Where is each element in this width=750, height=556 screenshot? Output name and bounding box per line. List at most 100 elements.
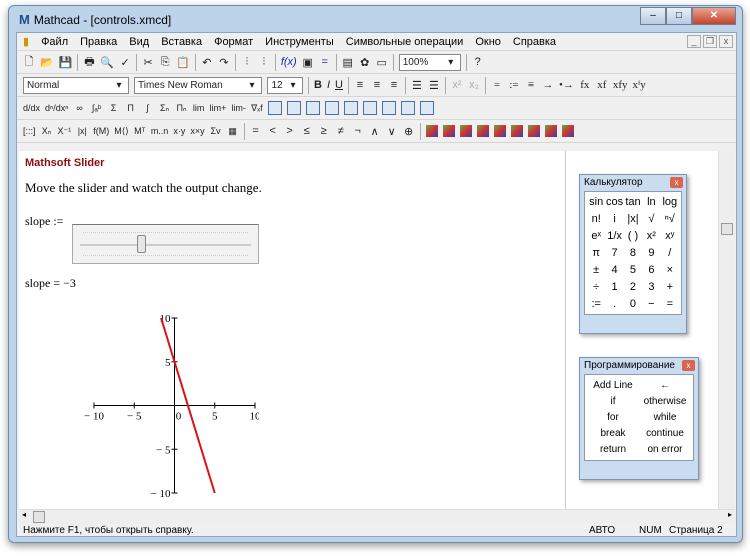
- calculus-button[interactable]: ∞: [74, 103, 86, 113]
- boolean-button[interactable]: =: [250, 125, 262, 137]
- calc-key[interactable]: tan: [624, 196, 642, 208]
- programming-close-button[interactable]: x: [682, 360, 695, 371]
- calculus-button[interactable]: dⁿ/dxⁿ: [45, 103, 69, 113]
- calc-key[interactable]: π: [587, 247, 605, 259]
- align-center-icon[interactable]: ≡: [371, 79, 383, 91]
- evaluation-toolbar-icon[interactable]: [324, 101, 339, 115]
- calculator-close-button[interactable]: x: [670, 177, 683, 188]
- calc-key[interactable]: sin: [587, 196, 605, 208]
- calc-key[interactable]: 9: [642, 247, 660, 259]
- print-icon[interactable]: 🖶: [83, 53, 95, 72]
- size-select[interactable]: 12 ▾: [267, 76, 303, 94]
- calculus-button[interactable]: lim+: [210, 103, 227, 113]
- menu-item[interactable]: Формат: [214, 36, 253, 48]
- matrix-button[interactable]: X⁻¹: [58, 126, 72, 137]
- mdi-minimize-button[interactable]: _: [687, 35, 701, 48]
- calc-key[interactable]: 3: [642, 281, 660, 293]
- calc-key[interactable]: −: [642, 298, 660, 310]
- prog-key[interactable]: if: [587, 396, 639, 407]
- boolean-button[interactable]: ¬: [352, 125, 364, 137]
- calculus-button[interactable]: lim-: [231, 103, 246, 113]
- redo-icon[interactable]: ↷: [218, 56, 230, 69]
- contour-plot-icon[interactable]: [476, 125, 489, 137]
- boolean-toolbar-icon[interactable]: [362, 101, 377, 115]
- calculus-button[interactable]: Πₙ: [176, 103, 188, 114]
- menu-item[interactable]: Инструменты: [265, 36, 334, 48]
- polar-plot-icon[interactable]: [442, 125, 455, 137]
- bullets-icon[interactable]: ☰: [411, 79, 423, 92]
- prog-key[interactable]: ←: [639, 380, 691, 391]
- calc-key[interactable]: 1: [605, 281, 623, 293]
- calculus-button[interactable]: Σ: [108, 103, 120, 113]
- calc-key[interactable]: 1/x: [605, 230, 623, 242]
- 3d-bar-icon[interactable]: [493, 125, 506, 137]
- calc-key[interactable]: x²: [642, 230, 660, 242]
- prog-key[interactable]: while: [639, 412, 691, 423]
- horizontal-scroll-thumb[interactable]: [33, 511, 45, 523]
- menu-item[interactable]: Символьные операции: [346, 36, 464, 48]
- worksheet[interactable]: Mathsoft Slider Move the slider and watc…: [19, 151, 565, 509]
- calc-key[interactable]: =: [661, 298, 679, 310]
- quickplot-icon[interactable]: [561, 125, 574, 137]
- prog-key[interactable]: for: [587, 412, 639, 423]
- calc-key[interactable]: cos: [605, 196, 623, 208]
- menu-item[interactable]: Окно: [475, 36, 501, 48]
- print-preview-icon[interactable]: 🔍: [100, 56, 114, 69]
- xy-plot-icon[interactable]: [425, 125, 438, 137]
- eval-button[interactable]: ≡: [525, 79, 537, 91]
- calculus-button[interactable]: ∇ₓf: [251, 103, 263, 114]
- eval-button[interactable]: fx: [579, 79, 591, 91]
- align-right-icon[interactable]: ≡: [388, 79, 400, 91]
- eval-button[interactable]: •→: [559, 79, 574, 91]
- symbolic-toolbar-icon[interactable]: [419, 101, 434, 115]
- calc-key[interactable]: ×: [661, 264, 679, 276]
- calc-key[interactable]: ±: [587, 264, 605, 276]
- matrix-button[interactable]: Σv: [210, 126, 222, 136]
- align-left-icon[interactable]: ≡: [354, 79, 366, 91]
- italic-button[interactable]: I: [327, 79, 330, 91]
- eval-button[interactable]: =: [491, 79, 503, 91]
- copy-icon[interactable]: ⎘: [159, 56, 171, 69]
- maximize-button[interactable]: □: [666, 7, 692, 25]
- xy-plot[interactable]: − 10− 5 0 5 10105− 5− 10: [59, 311, 259, 501]
- calculus-button[interactable]: lim: [193, 103, 205, 113]
- calculus-button[interactable]: d/dx: [23, 103, 40, 113]
- zoom-select[interactable]: 100% ▾: [398, 53, 461, 71]
- calculator-toolbar-icon[interactable]: [267, 101, 282, 115]
- prog-key[interactable]: Add Line: [587, 380, 639, 391]
- close-button[interactable]: ✕: [692, 7, 736, 25]
- font-select[interactable]: Times New Roman ▾: [134, 76, 262, 94]
- calculus-button[interactable]: Σₙ: [159, 103, 171, 114]
- prog-key[interactable]: otherwise: [639, 396, 691, 407]
- calc-key[interactable]: ln: [642, 196, 660, 208]
- minimize-button[interactable]: –: [640, 7, 666, 25]
- calc-key[interactable]: 2: [624, 281, 642, 293]
- menu-item[interactable]: Вставка: [161, 36, 202, 48]
- insert-unit-icon[interactable]: ▣: [302, 56, 314, 69]
- vertical-scroll-thumb[interactable]: [721, 223, 733, 235]
- calc-key[interactable]: ⁿ√: [661, 213, 679, 225]
- 3d-plot-wizard-icon[interactable]: [544, 125, 557, 137]
- cut-icon[interactable]: ✂: [142, 56, 154, 69]
- style-select[interactable]: Normal ▾: [23, 76, 129, 94]
- mdi-close-button[interactable]: x: [719, 35, 733, 48]
- prog-key[interactable]: continue: [639, 428, 691, 439]
- surface-plot-icon[interactable]: [459, 125, 472, 137]
- slider-thumb[interactable]: [137, 235, 146, 253]
- calculus-toolbar-icon[interactable]: [343, 101, 358, 115]
- scatter-icon[interactable]: [510, 125, 523, 137]
- matrix-button[interactable]: x·y: [173, 126, 185, 136]
- calc-key[interactable]: :=: [587, 298, 605, 310]
- menu-item[interactable]: Файл: [41, 36, 68, 48]
- save-icon[interactable]: 💾: [59, 56, 73, 69]
- calc-key[interactable]: 5: [624, 264, 642, 276]
- eval-button[interactable]: :=: [508, 79, 520, 91]
- vertical-scrollbar[interactable]: [718, 151, 735, 509]
- calc-key[interactable]: .: [605, 298, 623, 310]
- calc-key[interactable]: 8: [624, 247, 642, 259]
- open-icon[interactable]: 📂: [40, 56, 54, 69]
- mdi-restore-button[interactable]: ❐: [703, 35, 717, 48]
- boolean-button[interactable]: ∨: [386, 125, 398, 138]
- eval-button[interactable]: →: [542, 79, 554, 91]
- prog-key[interactable]: return: [587, 444, 639, 455]
